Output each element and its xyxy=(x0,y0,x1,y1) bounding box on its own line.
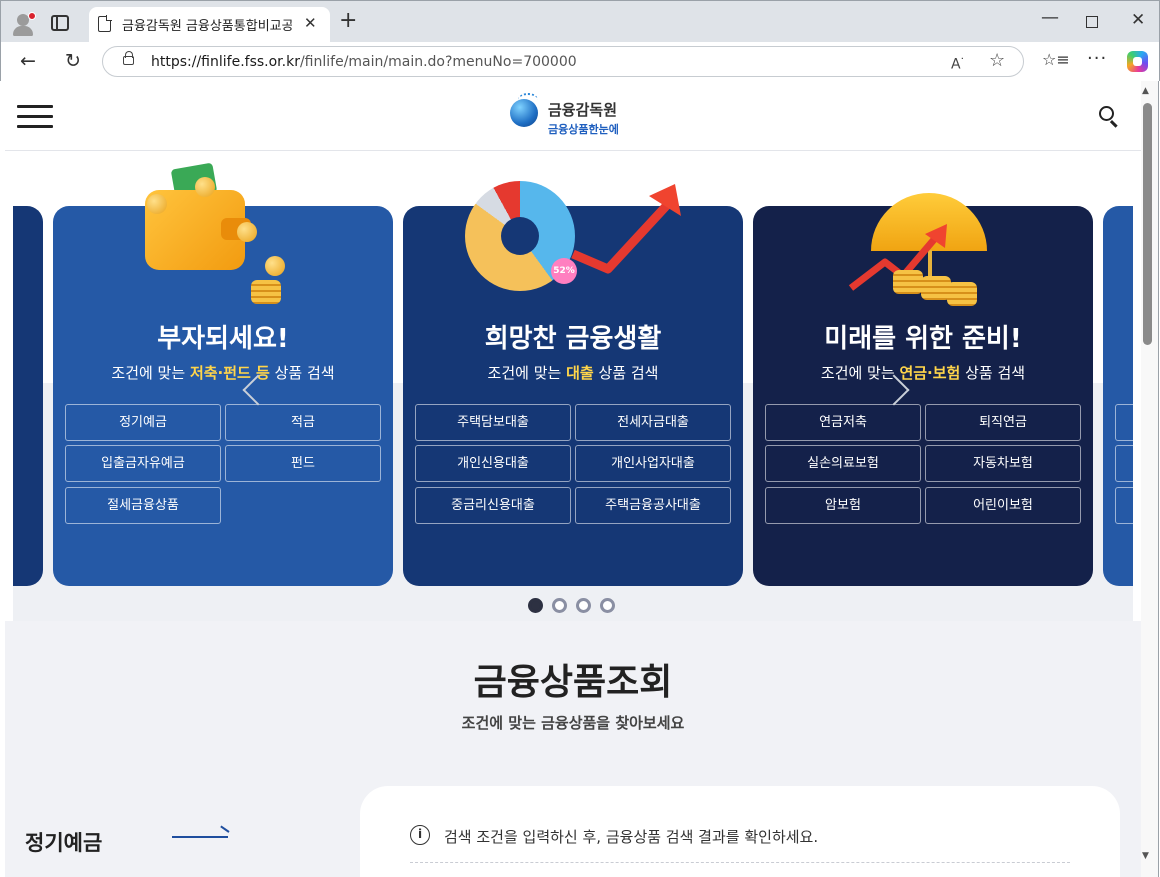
product-button-installment-savings[interactable]: 적금 xyxy=(225,404,381,441)
site-logo[interactable]: 금융감독원 금융상품한눈에 xyxy=(510,93,650,139)
pagination-dot-4[interactable] xyxy=(600,598,615,613)
site-header: 금융감독원 금융상품한눈에 xyxy=(5,81,1141,151)
page-viewport: 금융감독원 금융상품한눈에 부자되세요! 조건에 맞는 저축·펀드 등 상품 검… xyxy=(5,81,1141,877)
hamburger-menu-icon[interactable] xyxy=(17,105,53,129)
category-label: 정기예금 xyxy=(25,831,103,855)
carousel-card-savings: 부자되세요! 조건에 맞는 저축·펀드 등 상품 검색 정기예금 적금 입출금자… xyxy=(53,162,393,586)
product-button-fund[interactable]: 펀드 xyxy=(225,445,381,482)
carousel-card-partial-left xyxy=(13,206,43,586)
scroll-down-icon[interactable]: ▼ xyxy=(1142,851,1149,861)
product-button-business-loan[interactable]: 개인사업자대출 xyxy=(575,445,731,482)
card-title: 희망찬 금융생활 xyxy=(484,324,662,354)
card-subtitle: 조건에 맞는 저축·펀드 등 상품 검색 xyxy=(111,364,335,382)
coin-stack-icon xyxy=(251,280,281,304)
carousel-card-loans: 52% 희망찬 금융생활 조건에 맞는 대출 상품 검색 주택담보대출 전세자금… xyxy=(403,181,743,586)
lock-icon[interactable] xyxy=(123,51,134,65)
product-button-mortgage-loan[interactable]: 주택담보대출 xyxy=(415,404,571,441)
star-icon[interactable]: ☆ xyxy=(989,50,1005,71)
pagination-dot-2[interactable] xyxy=(552,598,567,613)
close-icon[interactable]: ✕ xyxy=(1131,10,1145,30)
url-path: /finlife/main/main.do?menuNo=700000 xyxy=(299,54,577,70)
tabs-icon[interactable] xyxy=(51,15,69,31)
url-field[interactable]: https://finlife.fss.or.kr/finlife/main/m… xyxy=(102,46,1024,77)
product-button-demand-deposit[interactable]: 입출금자유예금 xyxy=(65,445,221,482)
product-button-personal-credit-loan[interactable]: 개인신용대출 xyxy=(415,445,571,482)
globe-logo-icon xyxy=(510,93,538,127)
product-button-jeonse-loan[interactable]: 전세자금대출 xyxy=(575,404,731,441)
rising-arrow-icon xyxy=(571,184,681,274)
reload-icon[interactable]: ↻ xyxy=(65,50,81,72)
browser-tab[interactable]: 금융감독원 금융상품통합비교공시 ✕ xyxy=(89,7,330,43)
product-button-tax-saving[interactable]: 절세금융상품 xyxy=(65,487,221,524)
card-title: 미래를 위한 준비! xyxy=(824,324,1022,354)
read-aloud-icon[interactable]: Aᐧ xyxy=(951,52,964,73)
logo-name: 금융감독원 xyxy=(548,101,618,119)
maximize-icon[interactable] xyxy=(1086,16,1098,28)
coin-icon xyxy=(265,256,285,276)
divider xyxy=(410,862,1070,863)
favorites-icon[interactable]: ☆≡ xyxy=(1042,50,1070,69)
product-button-cancer-insurance[interactable]: 암보험 xyxy=(765,487,921,524)
minimize-icon[interactable]: — xyxy=(1041,7,1059,28)
card-subtitle-highlight: 연금·보험 xyxy=(899,364,961,382)
close-tab-icon[interactable]: ✕ xyxy=(304,14,317,32)
card-subtitle-highlight: 대출 xyxy=(566,364,594,382)
search-panel: i 검색 조건을 입력하신 후, 금융상품 검색 결과를 확인하세요. xyxy=(360,786,1120,877)
product-button-medical-insurance[interactable]: 실손의료보험 xyxy=(765,445,921,482)
address-bar: ← ↻ https://finlife.fss.or.kr/finlife/ma… xyxy=(0,42,1160,81)
pagination-dot-1[interactable] xyxy=(528,598,543,613)
document-icon xyxy=(98,15,112,32)
product-button-child-insurance[interactable]: 어린이보험 xyxy=(925,487,1081,524)
product-carousel: 부자되세요! 조건에 맞는 저축·펀드 등 상품 검색 정기예금 적금 입출금자… xyxy=(5,151,1141,621)
product-button-fixed-deposit[interactable]: 정기예금 xyxy=(65,404,221,441)
carousel-card-partial-right xyxy=(1103,206,1133,586)
carousel-pagination xyxy=(528,598,628,616)
section-subtitle: 조건에 맞는 금융상품을 찾아보세요 xyxy=(461,714,685,732)
coin-icon xyxy=(237,222,257,242)
coin-icon xyxy=(147,194,167,214)
logo-tagline: 금융상품한눈에 xyxy=(548,123,619,136)
coin-icon xyxy=(195,177,215,197)
info-text: 검색 조건을 입력하신 후, 금융상품 검색 결과를 확인하세요. xyxy=(444,828,819,846)
plus-icon[interactable]: + xyxy=(339,9,357,33)
info-icon: i xyxy=(410,825,430,845)
url-host: https://finlife.fss.or.kr xyxy=(151,54,300,70)
url-text[interactable]: https://finlife.fss.or.kr/finlife/main/m… xyxy=(151,54,577,70)
card-subtitle: 조건에 맞는 연금·보험 상품 검색 xyxy=(820,364,1026,382)
pagination-dot-3[interactable] xyxy=(576,598,591,613)
coin-stack-icon xyxy=(893,270,923,294)
scrollbar-thumb[interactable] xyxy=(1143,103,1152,345)
coin-stack-icon xyxy=(947,282,977,306)
product-button-auto-insurance[interactable]: 자동차보험 xyxy=(925,445,1081,482)
profile-icon[interactable] xyxy=(11,11,37,37)
browser-tab-bar: 금융감독원 금융상품통합비교공시 ✕ + — ✕ xyxy=(0,0,1160,43)
tab-title: 금융감독원 금융상품통합비교공시 xyxy=(122,19,292,34)
product-button-hf-loan[interactable]: 주택금융공사대출 xyxy=(575,487,731,524)
back-icon[interactable]: ← xyxy=(20,50,36,72)
product-button-retirement-pension[interactable]: 퇴직연금 xyxy=(925,404,1081,441)
scroll-up-icon[interactable]: ▲ xyxy=(1142,86,1149,96)
product-button-pension-savings[interactable]: 연금저축 xyxy=(765,404,921,441)
card-subtitle: 조건에 맞는 대출 상품 검색 xyxy=(487,364,659,382)
card-title: 부자되세요! xyxy=(157,324,289,354)
arrow-right-icon xyxy=(172,836,228,838)
scrollbar[interactable]: ▲ ▼ xyxy=(1141,81,1159,877)
section-title: 금융상품조회 xyxy=(473,662,673,703)
copilot-icon[interactable] xyxy=(1127,51,1148,72)
search-icon[interactable] xyxy=(1099,106,1114,121)
more-icon[interactable]: ··· xyxy=(1087,48,1107,69)
carousel-card-pension: 미래를 위한 준비! 조건에 맞는 연금·보험 상품 검색 연금저축 퇴직연금 … xyxy=(753,193,1093,586)
product-button-mid-rate-loan[interactable]: 중금리신용대출 xyxy=(415,487,571,524)
